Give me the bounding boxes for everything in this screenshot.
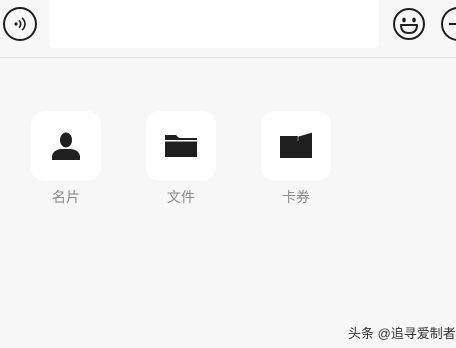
- file-label: 文件: [167, 189, 195, 205]
- card-coupon-tile[interactable]: [261, 111, 331, 181]
- chat-input-bar: [0, 0, 456, 58]
- business-card-label: 名片: [52, 189, 80, 205]
- voice-wave-icon: [14, 17, 26, 31]
- business-card-tile[interactable]: [31, 111, 101, 181]
- message-input[interactable]: [49, 0, 379, 48]
- emoji-button[interactable]: [392, 7, 426, 41]
- person-icon: [52, 132, 80, 160]
- watermark: 头条 @追寻爱制者: [348, 326, 456, 341]
- wallet-icon: [280, 131, 313, 158]
- panel-item-card-coupon[interactable]: 卡券: [261, 111, 331, 205]
- more-button[interactable]: [441, 7, 456, 41]
- panel-item-file[interactable]: 文件: [146, 111, 216, 205]
- panel-item-business-card[interactable]: 名片: [31, 111, 101, 205]
- smiley-face-icon: [393, 8, 425, 40]
- file-tile[interactable]: [146, 111, 216, 181]
- card-coupon-label: 卡券: [282, 189, 310, 205]
- plus-circle-icon: [449, 23, 456, 25]
- voice-button[interactable]: [3, 7, 37, 41]
- folder-icon: [165, 135, 197, 157]
